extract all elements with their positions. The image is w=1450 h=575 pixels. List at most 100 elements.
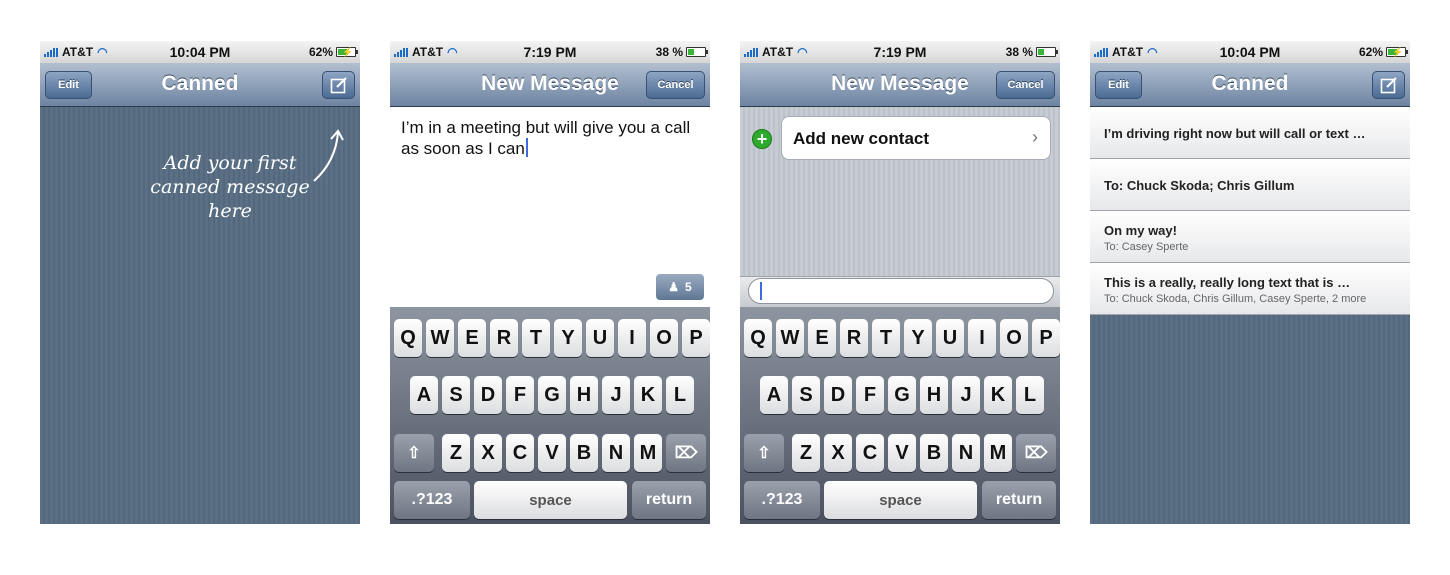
arrow-icon bbox=[313, 129, 344, 182]
key-b[interactable]: B bbox=[570, 434, 598, 472]
key-b[interactable]: B bbox=[920, 434, 948, 472]
delete-key[interactable]: ⌦ bbox=[666, 434, 706, 472]
key-h[interactable]: H bbox=[920, 376, 948, 414]
contact-list: + Add new contact › bbox=[740, 107, 1060, 276]
list-item[interactable]: On my way! To: Casey Sperte bbox=[1090, 211, 1410, 263]
key-v[interactable]: V bbox=[888, 434, 916, 472]
backspace-icon: ⌦ bbox=[1024, 445, 1048, 462]
new-message-screen: AT&T ◠ 7:19 PM 38 % New Message Cancel I… bbox=[390, 41, 710, 524]
key-y[interactable]: Y bbox=[554, 319, 582, 357]
space-key[interactable]: space bbox=[824, 481, 977, 519]
key-x[interactable]: X bbox=[474, 434, 502, 472]
key-l[interactable]: L bbox=[1016, 376, 1044, 414]
key-j[interactable]: J bbox=[952, 376, 980, 414]
key-i[interactable]: I bbox=[968, 319, 996, 357]
message-title: I’m driving right now but will call or t… bbox=[1104, 126, 1366, 141]
key-n[interactable]: N bbox=[602, 434, 630, 472]
key-e[interactable]: E bbox=[458, 319, 486, 357]
recipient-count: 5 bbox=[685, 280, 692, 294]
shift-key[interactable]: ⇧ bbox=[744, 434, 784, 472]
key-t[interactable]: T bbox=[872, 319, 900, 357]
contact-search-bar bbox=[740, 276, 1060, 308]
return-key[interactable]: return bbox=[982, 481, 1056, 519]
key-x[interactable]: X bbox=[824, 434, 852, 472]
cancel-button[interactable]: Cancel bbox=[996, 71, 1055, 99]
shift-icon: ⇧ bbox=[407, 445, 421, 462]
nav-bar: Edit Canned bbox=[40, 63, 360, 107]
status-bar: AT&T ◠ 10:04 PM 62% ⚡ bbox=[40, 41, 360, 63]
key-f[interactable]: F bbox=[506, 376, 534, 414]
list-item[interactable]: To: Chuck Skoda; Chris Gillum bbox=[1090, 159, 1410, 211]
compose-icon[interactable] bbox=[1372, 71, 1405, 99]
status-bar: AT&T ◠ 10:04 PM 62% ⚡ bbox=[1090, 41, 1410, 63]
key-z[interactable]: Z bbox=[442, 434, 470, 472]
key-u[interactable]: U bbox=[586, 319, 614, 357]
key-d[interactable]: D bbox=[474, 376, 502, 414]
key-o[interactable]: O bbox=[1000, 319, 1028, 357]
key-q[interactable]: Q bbox=[744, 319, 772, 357]
add-contact-screen: AT&T ◠ 7:19 PM 38 % New Message Cancel +… bbox=[740, 41, 1060, 524]
key-g[interactable]: G bbox=[888, 376, 916, 414]
key-a[interactable]: A bbox=[410, 376, 438, 414]
key-n[interactable]: N bbox=[952, 434, 980, 472]
list-background bbox=[1090, 315, 1410, 524]
shift-key[interactable]: ⇧ bbox=[394, 434, 434, 472]
key-c[interactable]: C bbox=[856, 434, 884, 472]
key-m[interactable]: M bbox=[634, 434, 662, 472]
chevron-right-icon: › bbox=[1032, 127, 1038, 147]
key-r[interactable]: R bbox=[840, 319, 868, 357]
text-cursor bbox=[525, 138, 528, 157]
key-e[interactable]: E bbox=[808, 319, 836, 357]
key-l[interactable]: L bbox=[666, 376, 694, 414]
key-v[interactable]: V bbox=[538, 434, 566, 472]
key-d[interactable]: D bbox=[824, 376, 852, 414]
key-p[interactable]: P bbox=[1032, 319, 1060, 357]
key-u[interactable]: U bbox=[936, 319, 964, 357]
contact-search-input[interactable] bbox=[748, 278, 1054, 304]
nav-title: Canned bbox=[161, 72, 239, 95]
status-bar: AT&T ◠ 7:19 PM 38 % bbox=[390, 41, 710, 63]
cancel-button[interactable]: Cancel bbox=[646, 71, 705, 99]
key-c[interactable]: C bbox=[506, 434, 534, 472]
key-f[interactable]: F bbox=[856, 376, 884, 414]
key-w[interactable]: W bbox=[426, 319, 454, 357]
delete-key[interactable]: ⌦ bbox=[1016, 434, 1056, 472]
key-y[interactable]: Y bbox=[904, 319, 932, 357]
key-m[interactable]: M bbox=[984, 434, 1012, 472]
add-new-contact-cell[interactable]: Add new contact › bbox=[781, 116, 1051, 160]
add-icon[interactable]: + bbox=[752, 129, 772, 149]
key-s[interactable]: S bbox=[792, 376, 820, 414]
empty-hint: Add your first canned message here bbox=[150, 152, 310, 222]
list-item[interactable]: I’m driving right now but will call or t… bbox=[1090, 107, 1410, 159]
key-g[interactable]: G bbox=[538, 376, 566, 414]
numbers-key[interactable]: .?123 bbox=[394, 481, 470, 519]
nav-bar: New Message Cancel bbox=[740, 63, 1060, 107]
key-a[interactable]: A bbox=[760, 376, 788, 414]
key-s[interactable]: S bbox=[442, 376, 470, 414]
key-r[interactable]: R bbox=[490, 319, 518, 357]
key-j[interactable]: J bbox=[602, 376, 630, 414]
message-text[interactable]: I’m in a meeting but will give you a cal… bbox=[401, 118, 690, 158]
battery-icon: ⚡ bbox=[336, 47, 358, 57]
status-bar: AT&T ◠ 7:19 PM 38 % bbox=[740, 41, 1060, 63]
key-p[interactable]: P bbox=[682, 319, 710, 357]
battery-icon bbox=[686, 47, 708, 57]
compose-icon[interactable] bbox=[322, 71, 355, 99]
key-t[interactable]: T bbox=[522, 319, 550, 357]
key-w[interactable]: W bbox=[776, 319, 804, 357]
space-key[interactable]: space bbox=[474, 481, 627, 519]
key-o[interactable]: O bbox=[650, 319, 678, 357]
list-item[interactable]: This is a really, really long text that … bbox=[1090, 263, 1410, 315]
key-i[interactable]: I bbox=[618, 319, 646, 357]
nav-title: Canned bbox=[1211, 72, 1289, 95]
key-k[interactable]: K bbox=[634, 376, 662, 414]
key-z[interactable]: Z bbox=[792, 434, 820, 472]
numbers-key[interactable]: .?123 bbox=[744, 481, 820, 519]
recipients-button[interactable]: ♟ 5 bbox=[656, 274, 704, 300]
message-recipients: To: Casey Sperte bbox=[1104, 241, 1189, 253]
return-key[interactable]: return bbox=[632, 481, 706, 519]
key-h[interactable]: H bbox=[570, 376, 598, 414]
key-q[interactable]: Q bbox=[394, 319, 422, 357]
key-k[interactable]: K bbox=[984, 376, 1012, 414]
canned-message-list: I’m driving right now but will call or t… bbox=[1090, 107, 1410, 315]
